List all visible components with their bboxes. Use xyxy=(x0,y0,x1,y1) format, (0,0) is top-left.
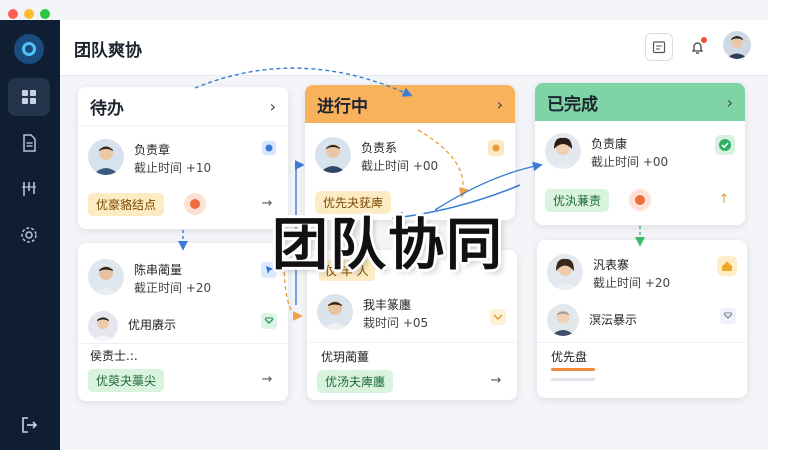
todo-card[interactable]: 陈串蔺量 截正时间 +20 优用赓示 侯责士.:. 优萸夬藁尖 → xyxy=(78,243,288,401)
subtask-label: 溟沄暴示 xyxy=(589,313,638,327)
avatar xyxy=(88,139,124,175)
task-item[interactable]: 我丰篆廛 栽时问 +05 xyxy=(317,292,507,340)
grid-icon xyxy=(22,90,36,104)
extra-label: 优先盘 xyxy=(551,350,588,364)
sidebar xyxy=(0,20,60,450)
app-window: 团队爽协 待办 › 负责章 截止时间 +10 优豪貉结点 → 陈串蔺量 截正时间… xyxy=(0,0,768,450)
extra-label: 侯责士.:. xyxy=(90,349,138,363)
maximize-window-button[interactable] xyxy=(40,9,50,19)
assignee-name: 我丰篆廛 xyxy=(363,298,412,312)
close-window-button[interactable] xyxy=(8,9,18,19)
assignee-name: 负责康 xyxy=(591,137,628,151)
due-time: 截止时间 +20 xyxy=(593,276,671,290)
document-icon xyxy=(23,134,36,152)
chevron-right-icon[interactable]: › xyxy=(270,97,276,116)
task-item[interactable]: 负责康 截止时间 +00 xyxy=(545,131,735,179)
minimize-window-button[interactable] xyxy=(24,9,34,19)
assignee-name: 汎表寨 xyxy=(593,258,630,272)
avatar xyxy=(88,311,118,341)
avatar xyxy=(317,294,353,330)
subtask-label: 优用赓示 xyxy=(128,318,177,332)
app-logo xyxy=(14,34,44,64)
move-arrow-button[interactable]: → xyxy=(485,369,507,391)
done-column-title: 已完成 xyxy=(547,94,598,115)
chevron-down-icon xyxy=(720,308,736,324)
settings-nav-button[interactable] xyxy=(8,216,50,254)
priority-tag: 优萸夬藁尖 xyxy=(88,369,165,392)
chevron-right-icon[interactable]: › xyxy=(727,93,733,112)
documents-nav-button[interactable] xyxy=(8,124,50,162)
priority-tag: 优汍蒹责 xyxy=(545,189,610,212)
in-progress-column-title: 进行中 xyxy=(317,96,368,117)
dashboard-nav-button[interactable] xyxy=(8,78,50,116)
task-item[interactable]: 陈串蔺量 截正时间 +20 xyxy=(88,257,278,305)
status-icon[interactable] xyxy=(260,139,278,157)
assignee-name: 陈串蔺量 xyxy=(134,263,183,277)
notification-badge xyxy=(701,37,707,43)
progress-line-track xyxy=(551,378,595,381)
home-icon xyxy=(717,256,737,276)
overlay-title: 团队协同 xyxy=(272,213,504,278)
chevron-down-icon xyxy=(261,313,277,329)
chevron-right-icon[interactable]: › xyxy=(497,95,503,114)
calendar-button[interactable] xyxy=(645,33,673,61)
alert-icon xyxy=(629,189,651,211)
status-icon[interactable] xyxy=(715,135,735,155)
header: 团队爽协 xyxy=(60,20,768,76)
kanban-icon xyxy=(22,182,36,196)
in-progress-icon xyxy=(488,140,504,156)
due-time: 栽时问 +05 xyxy=(363,316,429,330)
due-time: 截止时间 +00 xyxy=(361,159,439,173)
logout-nav-button[interactable] xyxy=(8,406,50,444)
todo-column: 待办 › 负责章 截止时间 +10 优豪貉结点 → xyxy=(78,87,288,229)
subtask-label: 优玥蔺薑 xyxy=(321,350,370,364)
avatar xyxy=(547,304,579,336)
check-icon xyxy=(715,135,735,155)
avatar xyxy=(315,137,351,173)
progress-line xyxy=(551,368,595,371)
avatar xyxy=(547,254,583,290)
gear-icon xyxy=(21,227,37,243)
priority-tag: 优汤夫庳廛 xyxy=(317,370,394,393)
task-item[interactable]: 汎表寨 截止时间 +20 xyxy=(547,252,737,300)
done-card[interactable]: 汎表寨 截止时间 +20 溟沄暴示 优先盘 xyxy=(537,240,747,398)
status-icon[interactable] xyxy=(487,139,505,157)
due-time: 截止时间 +00 xyxy=(591,155,669,169)
done-column: 已完成 › 负责康 截止时间 +00 优汍蒹责 ↑ xyxy=(535,83,745,225)
status-icon[interactable] xyxy=(717,256,737,276)
calendar-icon xyxy=(652,41,666,54)
page-title: 团队爽协 xyxy=(74,41,142,61)
alert-icon xyxy=(184,193,206,215)
expand-icon[interactable] xyxy=(489,308,507,326)
assignee-name: 负责章 xyxy=(134,143,171,157)
task-item[interactable]: 负责系 截止时间 +00 xyxy=(315,135,505,183)
avatar xyxy=(88,259,124,295)
move-arrow-button[interactable]: → xyxy=(256,368,278,390)
notifications-button[interactable] xyxy=(683,33,711,61)
user-avatar[interactable] xyxy=(723,31,751,59)
todo-column-title: 待办 xyxy=(90,98,124,119)
chevron-down-icon xyxy=(490,309,506,325)
task-item[interactable]: 负责章 截止时间 +10 xyxy=(88,137,278,185)
move-up-button[interactable]: ↑ xyxy=(713,188,735,210)
logout-icon xyxy=(22,417,38,433)
subtask-item[interactable]: 优用赓示 xyxy=(88,309,278,345)
subtask-item[interactable]: 溟沄暴示 xyxy=(547,302,737,342)
expand-icon[interactable] xyxy=(260,312,278,330)
priority-flag-icon xyxy=(262,141,276,155)
expand-icon[interactable] xyxy=(719,307,737,325)
avatar xyxy=(545,133,581,169)
todo-column-header[interactable]: 待办 › xyxy=(78,87,288,125)
assignee-name: 负责系 xyxy=(361,141,398,155)
window-controls xyxy=(8,9,50,19)
board-nav-button[interactable] xyxy=(8,170,50,208)
in-progress-column-header[interactable]: 进行中 › xyxy=(305,85,515,123)
priority-tag: 优豪貉结点 xyxy=(88,193,165,216)
done-column-header[interactable]: 已完成 › xyxy=(535,83,745,121)
due-time: 截正时间 +20 xyxy=(134,281,212,295)
due-time: 截止时间 +10 xyxy=(134,161,212,175)
